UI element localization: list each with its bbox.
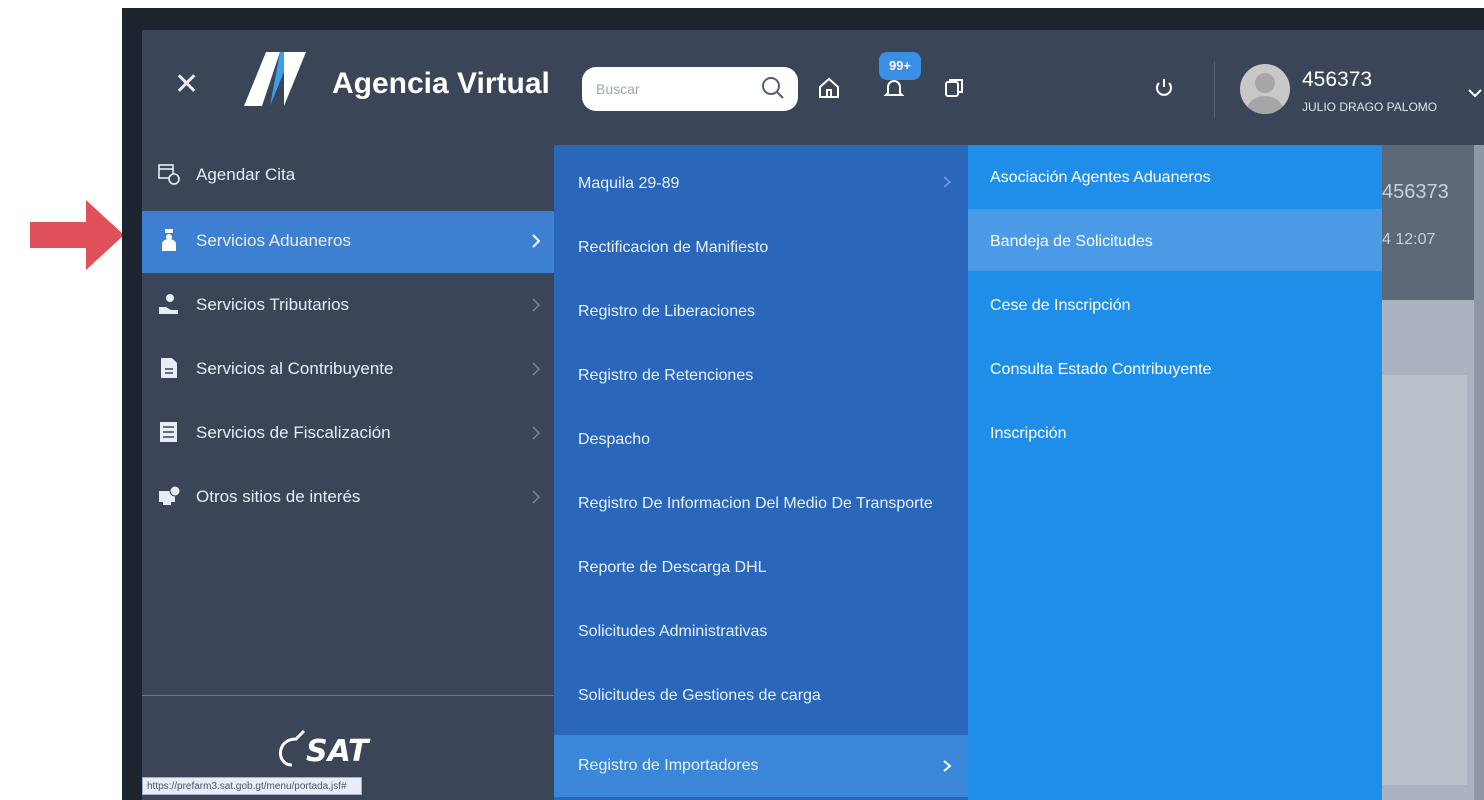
status-url: https://prefarm3.sat.gob.gt/menu/portada…	[142, 777, 362, 795]
annotation-arrow-icon	[30, 200, 124, 270]
checklist-icon	[160, 422, 177, 442]
app-window: ✕ Agencia Virtual Buscar 99+ 456373 JULI…	[122, 8, 1484, 800]
sidebar-item-label: Agendar Cita	[196, 165, 296, 184]
background-time: 4 12:07	[1382, 231, 1436, 248]
power-icon[interactable]	[1152, 76, 1176, 100]
chevron-right-icon	[532, 490, 541, 504]
sidebar-item-label: Otros sitios de interés	[196, 487, 361, 506]
notification-badge[interactable]: 99+	[879, 52, 921, 80]
user-silhouette-icon	[1247, 73, 1283, 114]
submenu-item-medio-transporte[interactable]: Registro De Informacion Del Medio De Tra…	[554, 465, 968, 527]
sidebar-item-label: Servicios de Fiscalización	[196, 423, 391, 442]
submenu-servicios-aduaneros: Maquila 29-89 Rectificacion de Manifiest…	[554, 145, 968, 800]
windows-icon[interactable]	[942, 76, 966, 100]
submenu-item-retenciones[interactable]: Registro de Retenciones	[554, 337, 968, 399]
submenu2-item-asociacion[interactable]: Asociación Agentes Aduaneros	[968, 145, 1382, 207]
submenu2-item-label: Bandeja de Solicitudes	[990, 233, 1153, 250]
chevron-right-icon	[532, 426, 541, 440]
background-box	[1382, 375, 1467, 785]
sidebar-menu: Agendar Cita Servicios Aduaneros Servici…	[142, 145, 554, 800]
submenu-item-label: Rectificacion de Manifiesto	[578, 239, 769, 256]
scrollbar[interactable]	[1474, 145, 1484, 800]
submenu-item-label: Solicitudes Administrativas	[578, 623, 768, 640]
document-icon	[161, 358, 177, 378]
submenu2-item-consulta[interactable]: Consulta Estado Contribuyente	[968, 337, 1382, 399]
sidebar-item-servicios-contribuyente[interactable]: Servicios al Contribuyente	[142, 339, 554, 401]
agencia-virtual-logo	[244, 52, 306, 106]
background-card: 456373 4 12:07	[1382, 145, 1484, 300]
submenu-item-maquila[interactable]: Maquila 29-89	[554, 145, 968, 207]
submenu-item-solicitudes-admin[interactable]: Solicitudes Administrativas	[554, 593, 968, 655]
submenu-item-label: Reporte de Descarga DHL	[578, 559, 767, 576]
search-icon[interactable]	[760, 75, 786, 101]
background-content: 456373 4 12:07	[1382, 145, 1484, 800]
submenu2-item-label: Cese de Inscripción	[990, 297, 1131, 314]
submenu-item-liberaciones[interactable]: Registro de Liberaciones	[554, 273, 968, 335]
sidebar-item-label: Servicios al Contribuyente	[196, 359, 394, 378]
avatar[interactable]	[1240, 64, 1290, 114]
submenu2-item-inscripcion[interactable]: Inscripción	[968, 401, 1382, 463]
calendar-clock-icon	[158, 164, 180, 185]
sidebar-divider	[142, 695, 554, 696]
sidebar-item-servicios-fiscalizacion[interactable]: Servicios de Fiscalización	[142, 403, 554, 465]
submenu-item-label: Registro De Informacion Del Medio De Tra…	[578, 495, 933, 512]
submenu-item-registro-importadores[interactable]: Registro de Importadores	[554, 735, 968, 797]
search-box[interactable]: Buscar	[582, 67, 798, 111]
chevron-down-icon[interactable]	[1466, 84, 1484, 102]
submenu2-item-cese[interactable]: Cese de Inscripción	[968, 273, 1382, 335]
search-input[interactable]: Buscar	[596, 81, 640, 97]
submenu-item-label: Registro de Retenciones	[578, 367, 754, 384]
submenu-item-rectificacion[interactable]: Rectificacion de Manifiesto	[554, 209, 968, 271]
submenu-registro-importadores: Asociación Agentes Aduaneros Bandeja de …	[968, 145, 1382, 800]
submenu-item-label: Maquila 29-89	[578, 175, 680, 192]
chevron-right-icon	[532, 298, 541, 312]
submenu-item-label: Despacho	[578, 431, 651, 448]
submenu2-item-bandeja[interactable]: Bandeja de Solicitudes	[968, 209, 1382, 271]
chevron-right-icon	[532, 234, 541, 248]
sat-logo: SAT	[279, 729, 371, 769]
sidebar-item-servicios-tributarios[interactable]: Servicios Tributarios	[142, 275, 554, 337]
submenu2-item-label: Inscripción	[990, 425, 1067, 442]
home-icon[interactable]	[817, 76, 841, 100]
submenu-item-label: Solicitudes de Gestiones de carga	[578, 687, 821, 704]
header-divider	[1214, 62, 1215, 118]
top-header: ✕ Agencia Virtual Buscar 99+ 456373 JULI…	[142, 30, 1484, 145]
submenu-item-label: Registro de Liberaciones	[578, 303, 755, 320]
sidebar-item-agendar-cita[interactable]: Agendar Cita	[142, 145, 554, 207]
sidebar-item-label: Servicios Aduaneros	[196, 231, 351, 250]
sidebar-item-servicios-aduaneros[interactable]: Servicios Aduaneros	[142, 211, 554, 273]
sat-logo-text: SAT	[306, 734, 371, 769]
customs-officer-icon	[162, 229, 176, 251]
chevron-right-icon	[943, 760, 952, 772]
sidebar-item-label: Servicios Tributarios	[196, 295, 350, 314]
user-id: 456373	[1302, 68, 1373, 91]
chevron-right-icon	[943, 176, 952, 188]
submenu-item-label: Registro de Importadores	[578, 757, 759, 774]
sidebar-item-otros-sitios[interactable]: Otros sitios de interés	[142, 467, 554, 529]
background-id: 456373	[1382, 181, 1449, 203]
brand-title: Agencia Virtual	[332, 67, 550, 100]
submenu-item-descarga-dhl[interactable]: Reporte de Descarga DHL	[554, 529, 968, 591]
submenu-item-despacho[interactable]: Despacho	[554, 401, 968, 463]
user-name: JULIO DRAGO PALOMO	[1302, 100, 1438, 114]
submenu2-item-label: Consulta Estado Contribuyente	[990, 361, 1212, 378]
close-menu-icon[interactable]: ✕	[174, 70, 199, 100]
submenu-item-gestiones-carga[interactable]: Solicitudes de Gestiones de carga	[554, 657, 968, 719]
submenu2-item-label: Asociación Agentes Aduaneros	[990, 169, 1211, 186]
monitor-add-icon	[159, 485, 180, 505]
chevron-right-icon	[532, 362, 541, 376]
hand-coins-icon	[159, 294, 178, 314]
